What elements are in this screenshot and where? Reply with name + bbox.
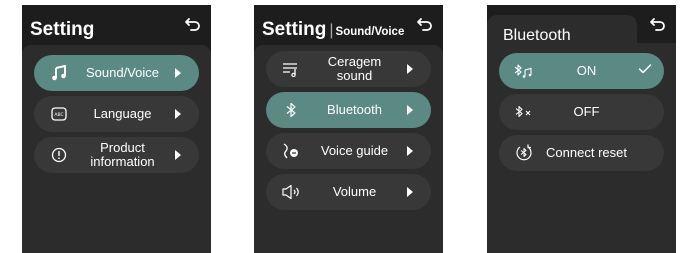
screen-title: Setting | Sound/Voice [262,19,404,41]
back-icon[interactable] [649,15,667,33]
bluetooth-audio-icon [513,61,535,81]
chevron-right-icon [175,109,187,119]
chevron-right-icon [407,105,419,115]
menu-item-label: Ceragem sound [302,55,407,83]
chevron-right-icon [407,64,419,74]
chevron-right-icon [407,146,419,156]
label-line: information [90,154,155,169]
menu-area: Ceragem sound Bluetooth Voice guide Volu… [254,45,443,253]
check-icon [638,62,652,80]
title-main: Setting [262,19,327,40]
menu-item-label: Sound/Voice [85,65,159,80]
option-label: OFF [573,104,600,119]
info-icon [48,145,70,165]
label-line: Product [100,140,145,155]
menu-item-label: Product information [70,141,175,169]
music-note-icon [48,63,70,83]
back-icon[interactable] [416,15,434,33]
bluetooth-icon [280,100,302,120]
menu-item-product-information[interactable]: Product information [34,137,199,173]
title-separator: | [329,22,334,39]
playlist-icon [280,59,302,79]
sound-voice-screen: Setting | Sound/Voice Ceragem sound Blueto… [254,5,443,253]
option-bluetooth-off[interactable]: OFF [499,94,664,130]
chevron-right-icon [175,68,187,78]
settings-screen: Setting Sound/Voice ABC Language Product… [22,5,211,253]
menu-item-label: Voice guide [320,143,389,158]
menu-item-label: Bluetooth [327,102,382,117]
label-line: Ceragem [327,54,382,69]
chevron-right-icon [175,150,187,160]
menu-area: ON OFF Connect reset [487,43,676,253]
menu-area: Sound/Voice ABC Language Product informa… [22,45,211,253]
screen-title: Setting [30,19,95,40]
speaker-icon [280,182,302,202]
menu-item-label: Language [93,106,152,121]
chevron-right-icon [407,187,419,197]
menu-item-voice-guide[interactable]: Voice guide [266,133,431,169]
label-line: sound [336,68,373,83]
title-subtitle: Sound/Voice [335,26,405,38]
bluetooth-screen: Bluetooth ON OFF Connect reset [487,5,676,253]
option-label: ON [576,63,597,78]
option-label: Connect reset [546,145,627,160]
bluetooth-off-icon [513,102,535,122]
language-icon: ABC [48,104,70,124]
back-icon[interactable] [184,15,202,33]
bluetooth-reset-icon [513,143,535,163]
option-bluetooth-on[interactable]: ON [499,53,664,89]
menu-item-ceragem-sound[interactable]: Ceragem sound [266,51,431,87]
svg-text:ABC: ABC [54,112,63,118]
menu-item-sound-voice[interactable]: Sound/Voice [34,55,199,91]
menu-item-label: Volume [332,184,377,199]
menu-item-language[interactable]: ABC Language [34,96,199,132]
menu-item-volume[interactable]: Volume [266,174,431,210]
voice-guide-icon [280,141,302,161]
option-connect-reset[interactable]: Connect reset [499,135,664,171]
menu-item-bluetooth[interactable]: Bluetooth [266,92,431,128]
